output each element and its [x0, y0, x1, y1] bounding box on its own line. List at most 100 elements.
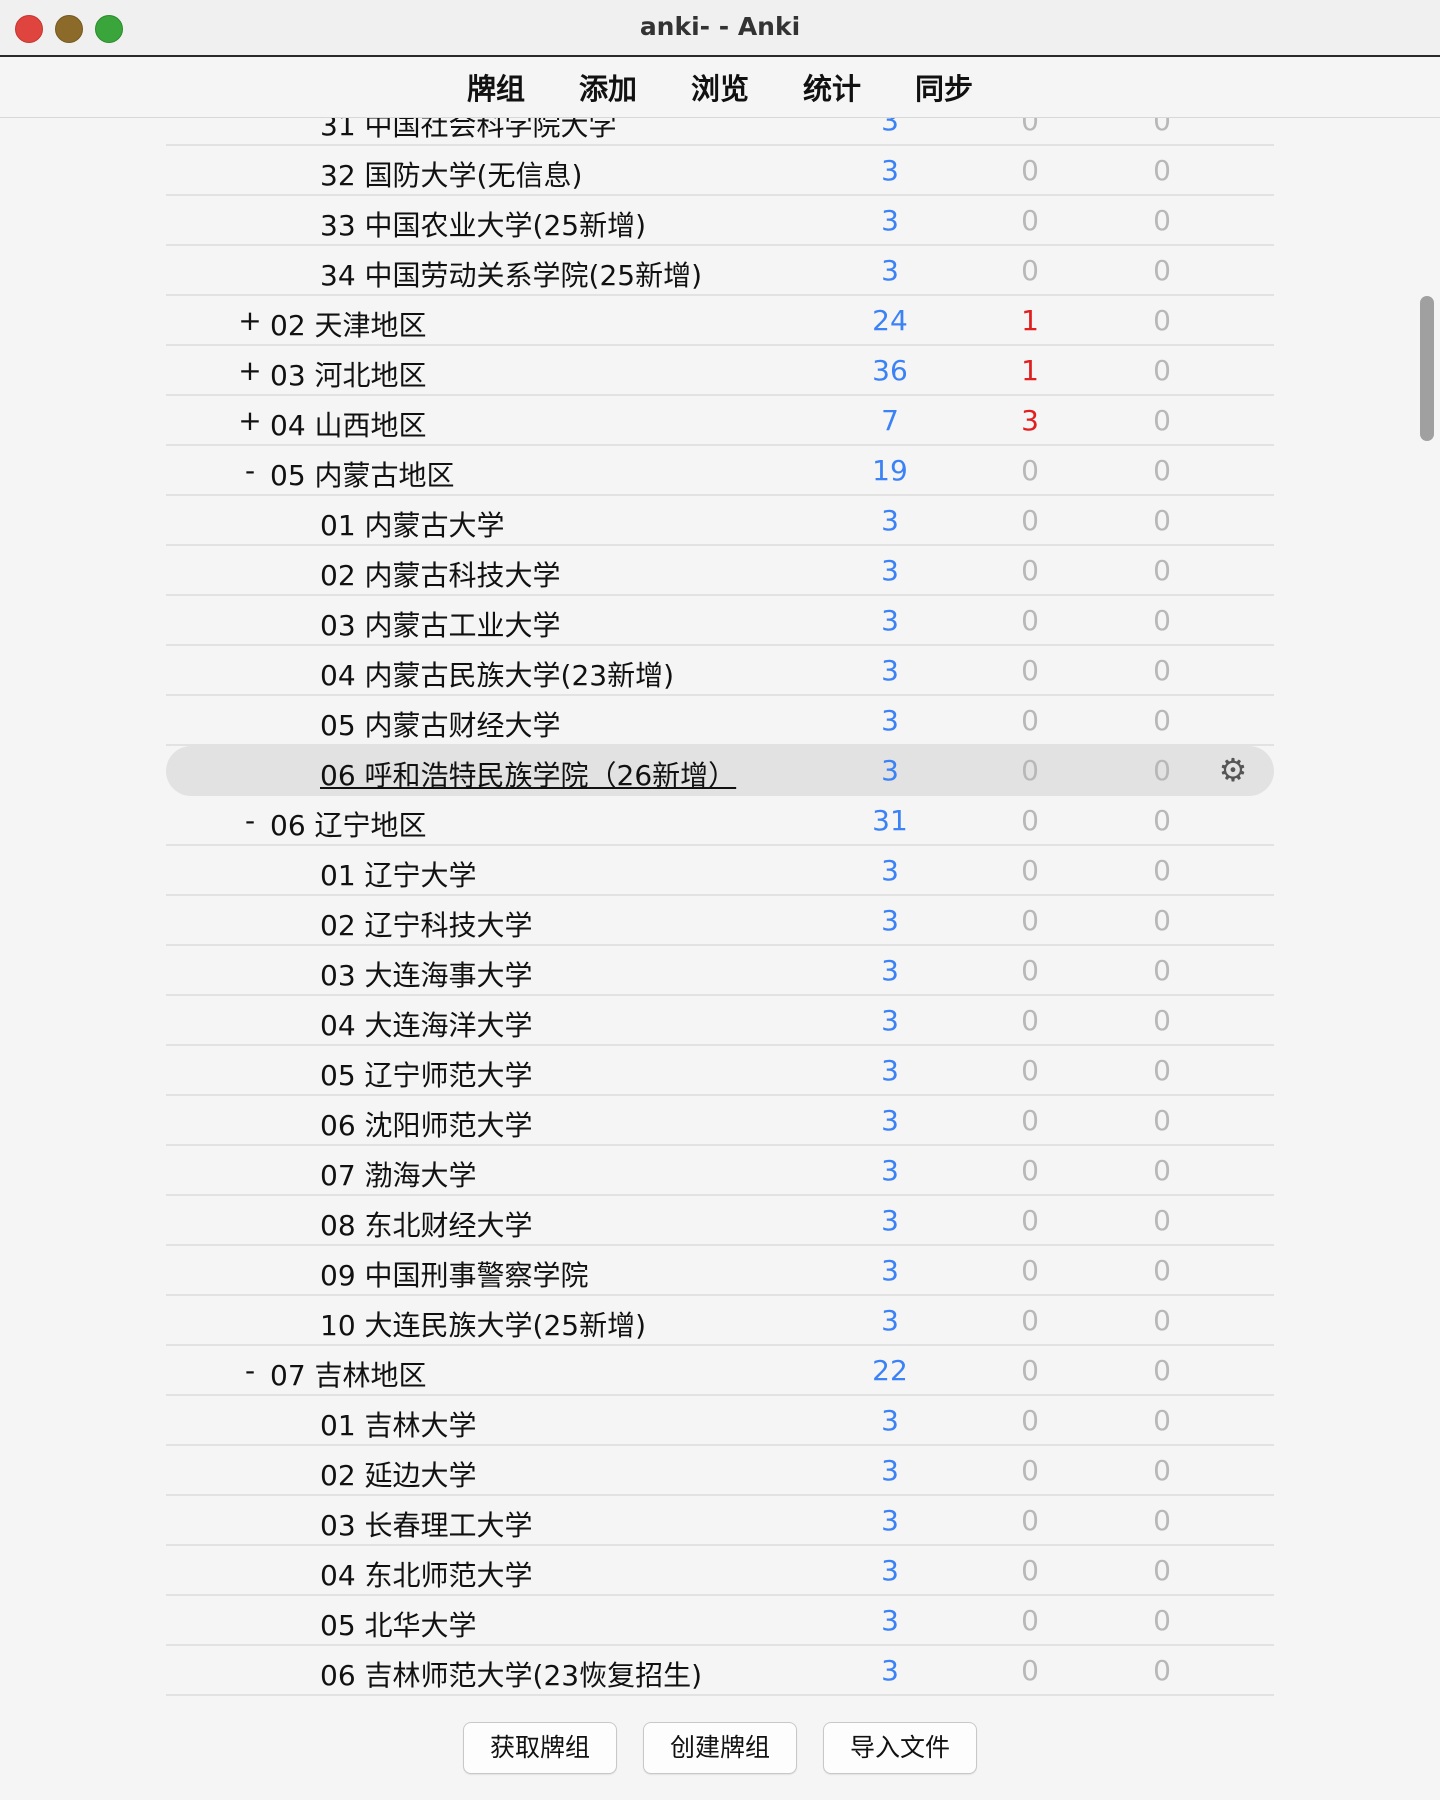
deck-row[interactable]: 32 国防大学(无信息) 3 0 0: [166, 146, 1274, 196]
deck-name-link[interactable]: 06 吉林师范大学(23恢复招生): [320, 1654, 702, 1694]
learn-count: 0: [1021, 1604, 1039, 1637]
learn-count: 0: [1021, 204, 1039, 237]
deck-row[interactable]: 33 中国农业大学(25新增) 3 0 0: [166, 196, 1274, 246]
deck-name-link[interactable]: 10 大连民族大学(25新增): [320, 1304, 646, 1344]
expand-deck-toggle[interactable]: +: [238, 404, 262, 437]
new-count: 3: [881, 1454, 899, 1487]
learn-count: 0: [1021, 1354, 1039, 1387]
deck-row[interactable]: 06 呼和浩特民族学院（26新增） 3 0 0 ⚙: [166, 746, 1274, 796]
toolbar-add-link[interactable]: 添加: [579, 66, 637, 108]
deck-name-link[interactable]: 02 内蒙古科技大学: [320, 554, 561, 594]
deck-name-link[interactable]: 06 沈阳师范大学: [320, 1104, 533, 1144]
deck-name-link[interactable]: 32 国防大学(无信息): [320, 154, 582, 194]
deck-row[interactable]: 08 东北财经大学 3 0 0: [166, 1196, 1274, 1246]
toolbar-browse-link[interactable]: 浏览: [691, 66, 749, 108]
get-shared-decks-button[interactable]: 获取牌组: [463, 1722, 617, 1774]
deck-name-link[interactable]: 04 内蒙古民族大学(23新增): [320, 654, 674, 694]
deck-row[interactable]: 01 辽宁大学 3 0 0: [166, 846, 1274, 896]
deck-row[interactable]: 06 吉林师范大学(23恢复招生) 3 0 0: [166, 1646, 1274, 1696]
new-count: 24: [872, 304, 908, 337]
deck-row[interactable]: 04 内蒙古民族大学(23新增) 3 0 0: [166, 646, 1274, 696]
deck-name-link[interactable]: 05 辽宁师范大学: [320, 1054, 533, 1094]
deck-name-link[interactable]: 04 山西地区: [270, 404, 427, 444]
new-count: 3: [881, 854, 899, 887]
learn-count: 0: [1021, 1154, 1039, 1187]
learn-count: 0: [1021, 754, 1039, 787]
deck-row[interactable]: 07 吉林财经大学 3 0 0: [166, 1696, 1274, 1707]
deck-name-link[interactable]: 02 天津地区: [270, 304, 427, 344]
deck-name-link[interactable]: 06 辽宁地区: [270, 804, 427, 844]
deck-row[interactable]: 10 大连民族大学(25新增) 3 0 0: [166, 1296, 1274, 1346]
deck-name-link[interactable]: 01 内蒙古大学: [320, 504, 505, 544]
deck-name-link[interactable]: 06 呼和浩特民族学院（26新增）: [320, 754, 736, 794]
expand-deck-toggle[interactable]: +: [238, 354, 262, 387]
deck-row[interactable]: -06 辽宁地区 31 0 0: [166, 796, 1274, 846]
new-count: 3: [881, 754, 899, 787]
deck-row[interactable]: 04 东北师范大学 3 0 0: [166, 1546, 1274, 1596]
collapse-deck-toggle[interactable]: -: [238, 454, 262, 487]
deck-row[interactable]: 04 大连海洋大学 3 0 0: [166, 996, 1274, 1046]
deck-row[interactable]: 02 延边大学 3 0 0: [166, 1446, 1274, 1496]
toolbar-decks-link[interactable]: 牌组: [467, 66, 525, 108]
deck-name-link[interactable]: 05 内蒙古财经大学: [320, 704, 561, 744]
deck-row[interactable]: 09 中国刑事警察学院 3 0 0: [166, 1246, 1274, 1296]
deck-row[interactable]: 34 中国劳动关系学院(25新增) 3 0 0: [166, 246, 1274, 296]
learn-count: 0: [990, 1704, 1070, 1707]
deck-list-scrollbar[interactable]: [1420, 296, 1434, 441]
deck-name-link[interactable]: 07 吉林财经大学: [320, 1704, 533, 1707]
deck-row[interactable]: 02 辽宁科技大学 3 0 0: [166, 896, 1274, 946]
toolbar-stats-link[interactable]: 统计: [803, 66, 861, 108]
deck-row[interactable]: 03 长春理工大学 3 0 0: [166, 1496, 1274, 1546]
deck-name-link[interactable]: 03 长春理工大学: [320, 1504, 533, 1544]
deck-row[interactable]: 02 内蒙古科技大学 3 0 0: [166, 546, 1274, 596]
deck-row[interactable]: +03 河北地区 36 1 0: [166, 346, 1274, 396]
deck-name-link[interactable]: 02 辽宁科技大学: [320, 904, 533, 944]
expand-deck-toggle[interactable]: +: [238, 304, 262, 337]
deck-row[interactable]: -07 吉林地区 22 0 0: [166, 1346, 1274, 1396]
deck-row[interactable]: 07 渤海大学 3 0 0: [166, 1146, 1274, 1196]
deck-name-link[interactable]: 01 吉林大学: [320, 1404, 477, 1444]
deck-name-link[interactable]: 04 大连海洋大学: [320, 1004, 533, 1044]
collapse-deck-toggle[interactable]: -: [238, 1354, 262, 1387]
deck-name-link[interactable]: 02 延边大学: [320, 1454, 477, 1494]
deck-name-link[interactable]: 04 东北师范大学: [320, 1554, 533, 1594]
deck-row[interactable]: +04 山西地区 7 3 0: [166, 396, 1274, 446]
deck-name-link[interactable]: 05 北华大学: [320, 1604, 477, 1644]
deck-row[interactable]: 03 内蒙古工业大学 3 0 0: [166, 596, 1274, 646]
deck-name-link[interactable]: 03 内蒙古工业大学: [320, 604, 561, 644]
due-count: 0: [1153, 954, 1171, 987]
collapse-deck-toggle[interactable]: -: [238, 804, 262, 837]
create-deck-button[interactable]: 创建牌组: [643, 1722, 797, 1774]
deck-name-link[interactable]: 33 中国农业大学(25新增): [320, 204, 646, 244]
due-count: 0: [1153, 1254, 1171, 1287]
deck-row[interactable]: -05 内蒙古地区 19 0 0: [166, 446, 1274, 496]
gear-icon[interactable]: ⚙: [1216, 753, 1250, 787]
deck-row[interactable]: 01 吉林大学 3 0 0: [166, 1396, 1274, 1446]
learn-count: 0: [1021, 1304, 1039, 1337]
due-count: 0: [1153, 204, 1171, 237]
deck-row[interactable]: 31 中国社会科学院大学 3 0 0: [166, 118, 1274, 146]
new-count: 3: [881, 654, 899, 687]
deck-name-link[interactable]: 03 大连海事大学: [320, 954, 533, 994]
deck-name-link[interactable]: 01 辽宁大学: [320, 854, 477, 894]
deck-name-link[interactable]: 34 中国劳动关系学院(25新增): [320, 254, 702, 294]
learn-count: 0: [1021, 154, 1039, 187]
deck-name-link[interactable]: 03 河北地区: [270, 354, 427, 394]
deck-name-link[interactable]: 07 渤海大学: [320, 1154, 477, 1194]
deck-name-link[interactable]: 09 中国刑事警察学院: [320, 1254, 589, 1294]
deck-name-link[interactable]: 07 吉林地区: [270, 1354, 427, 1394]
new-count: 3: [881, 254, 899, 287]
deck-row[interactable]: +02 天津地区 24 1 0: [166, 296, 1274, 346]
deck-row[interactable]: 05 北华大学 3 0 0: [166, 1596, 1274, 1646]
deck-name-link[interactable]: 08 东北财经大学: [320, 1204, 533, 1244]
learn-count: 0: [1021, 604, 1039, 637]
import-file-button[interactable]: 导入文件: [823, 1722, 977, 1774]
deck-row[interactable]: 05 内蒙古财经大学 3 0 0: [166, 696, 1274, 746]
deck-row[interactable]: 03 大连海事大学 3 0 0: [166, 946, 1274, 996]
deck-name-link[interactable]: 05 内蒙古地区: [270, 454, 455, 494]
toolbar-sync-link[interactable]: 同步: [915, 66, 973, 108]
deck-row[interactable]: 01 内蒙古大学 3 0 0: [166, 496, 1274, 546]
deck-row[interactable]: 06 沈阳师范大学 3 0 0: [166, 1096, 1274, 1146]
deck-row[interactable]: 05 辽宁师范大学 3 0 0: [166, 1046, 1274, 1096]
deck-name-link[interactable]: 31 中国社会科学院大学: [320, 118, 617, 144]
